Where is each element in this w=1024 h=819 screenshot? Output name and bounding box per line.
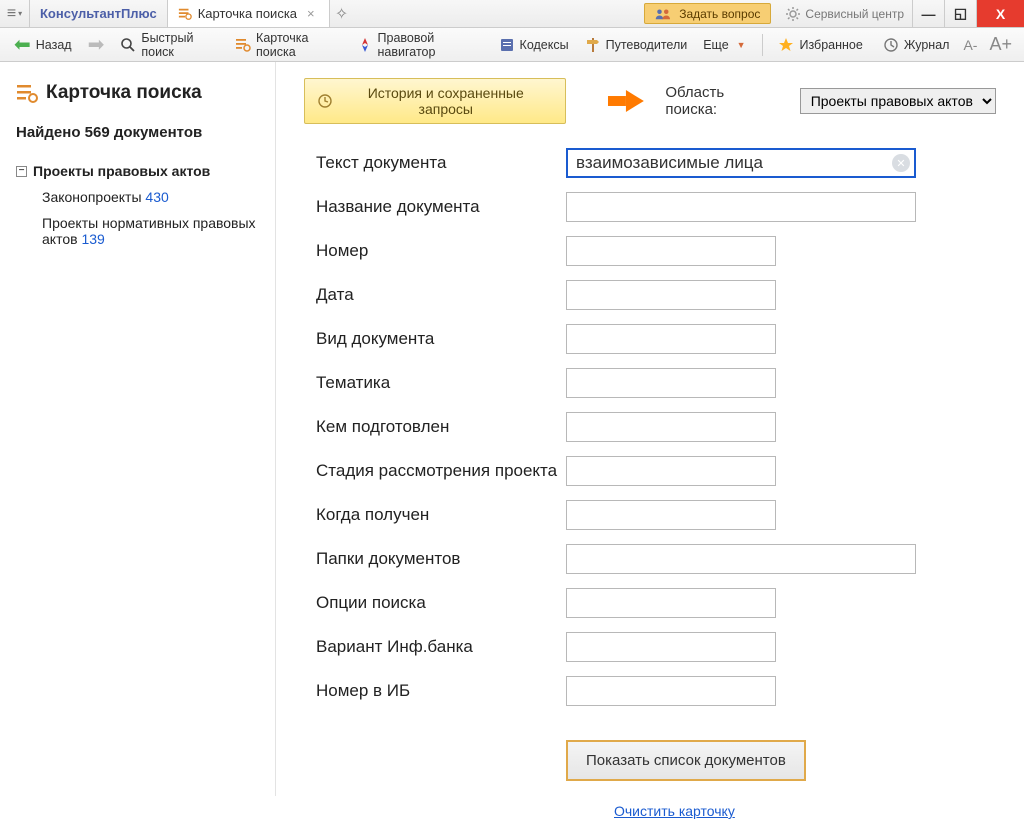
content: История и сохраненные запросы Область по… <box>276 62 1024 796</box>
svc-label: Сервисный центр <box>805 7 904 21</box>
prepared-by-input[interactable] <box>566 412 776 442</box>
show-documents-button[interactable]: Показать список документов <box>566 740 806 781</box>
ask-label: Задать вопрос <box>679 7 760 21</box>
signpost-icon <box>585 37 601 53</box>
clear-field-icon[interactable]: ✕ <box>892 154 910 172</box>
back-button[interactable]: ⬅Назад <box>8 29 78 60</box>
legal-navigator-button[interactable]: Правовой навигатор <box>351 28 489 62</box>
quick-search-button[interactable]: Быстрый поиск <box>114 28 225 62</box>
magnifier-icon <box>120 37 136 53</box>
tree-child-item[interactable]: Проекты нормативных правовых актов 139 <box>16 215 259 247</box>
arrow-right-icon: ➡ <box>88 32 105 57</box>
hamburger-menu[interactable]: ≡▾ <box>0 0 30 27</box>
journal-button[interactable]: Журнал <box>877 34 956 56</box>
stage-input[interactable] <box>566 456 776 486</box>
star-icon <box>778 37 794 53</box>
doc-type-input[interactable] <box>566 324 776 354</box>
close-button[interactable]: X <box>976 0 1024 27</box>
maximize-button[interactable]: ◱ <box>944 0 976 27</box>
tab-close-icon[interactable]: × <box>303 6 319 21</box>
form-row-text: Текст документа ✕ <box>316 148 996 178</box>
name-document-input[interactable] <box>566 192 916 222</box>
folders-input[interactable] <box>566 544 916 574</box>
toolbar: ⬅Назад ➡ Быстрый поиск Карточка поиска П… <box>0 28 1024 62</box>
tree-root-node[interactable]: − Проекты правовых актов <box>16 163 259 179</box>
search-area-label: Область поиска: <box>665 84 779 118</box>
forward-button[interactable]: ➡ <box>82 29 111 60</box>
compass-icon <box>357 37 373 53</box>
arrow-left-icon: ⬅ <box>14 32 31 57</box>
gear-icon <box>785 6 801 22</box>
titlebar: ≡▾ КонсультантПлюс Карточка поиска × ✧ З… <box>0 0 1024 28</box>
tab-label: Карточка поиска <box>198 6 297 21</box>
font-decrease-button[interactable]: A- <box>959 37 981 53</box>
ask-question-button[interactable]: Задать вопрос <box>644 3 771 24</box>
results-count: Найдено 569 документов <box>16 124 259 141</box>
font-increase-button[interactable]: A+ <box>985 34 1016 55</box>
number-input[interactable] <box>566 236 776 266</box>
history-icon <box>317 93 333 109</box>
favorites-button[interactable]: Избранное <box>772 34 868 56</box>
more-button[interactable]: Еще▼ <box>697 35 751 55</box>
card-search-button[interactable]: Карточка поиска <box>229 28 346 62</box>
service-center-button[interactable]: Сервисный центр <box>777 0 912 27</box>
infobank-input[interactable] <box>566 632 776 662</box>
options-input[interactable] <box>566 588 776 618</box>
topic-input[interactable] <box>566 368 776 398</box>
guides-button[interactable]: Путеводители <box>579 34 694 56</box>
book-icon <box>499 37 515 53</box>
search-card-icon <box>235 37 251 53</box>
history-button[interactable]: История и сохраненные запросы <box>304 78 566 124</box>
category-tree: − Проекты правовых актов Законопроекты 4… <box>16 163 259 247</box>
content-header: История и сохраненные запросы Область по… <box>304 78 996 124</box>
codex-button[interactable]: Кодексы <box>493 34 575 56</box>
search-area-select[interactable]: Проекты правовых актов <box>800 88 996 114</box>
people-icon <box>655 7 673 21</box>
received-input[interactable] <box>566 500 776 530</box>
tree-child-item[interactable]: Законопроекты 430 <box>16 189 259 205</box>
tab-search-card[interactable]: Карточка поиска × <box>168 0 330 27</box>
clear-form-link[interactable]: Очистить карточку <box>614 803 996 819</box>
text-document-input[interactable] <box>566 148 916 178</box>
collapse-icon[interactable]: − <box>16 166 27 177</box>
date-input[interactable] <box>566 280 776 310</box>
chevron-down-icon: ▼ <box>737 40 746 50</box>
minimize-button[interactable]: — <box>912 0 944 27</box>
search-form: Текст документа ✕ Название документа Ном… <box>316 148 996 706</box>
new-tab-button[interactable]: ✧ <box>330 0 354 27</box>
ib-number-input[interactable] <box>566 676 776 706</box>
search-card-icon <box>178 7 192 21</box>
page-title: Карточка поиска <box>16 82 259 104</box>
brand-label: КонсультантПлюс <box>30 0 168 27</box>
arrow-right-orange-icon <box>606 86 646 116</box>
sidebar: Карточка поиска Найдено 569 документов −… <box>0 62 276 796</box>
search-card-icon <box>16 82 38 104</box>
clock-icon <box>883 37 899 53</box>
